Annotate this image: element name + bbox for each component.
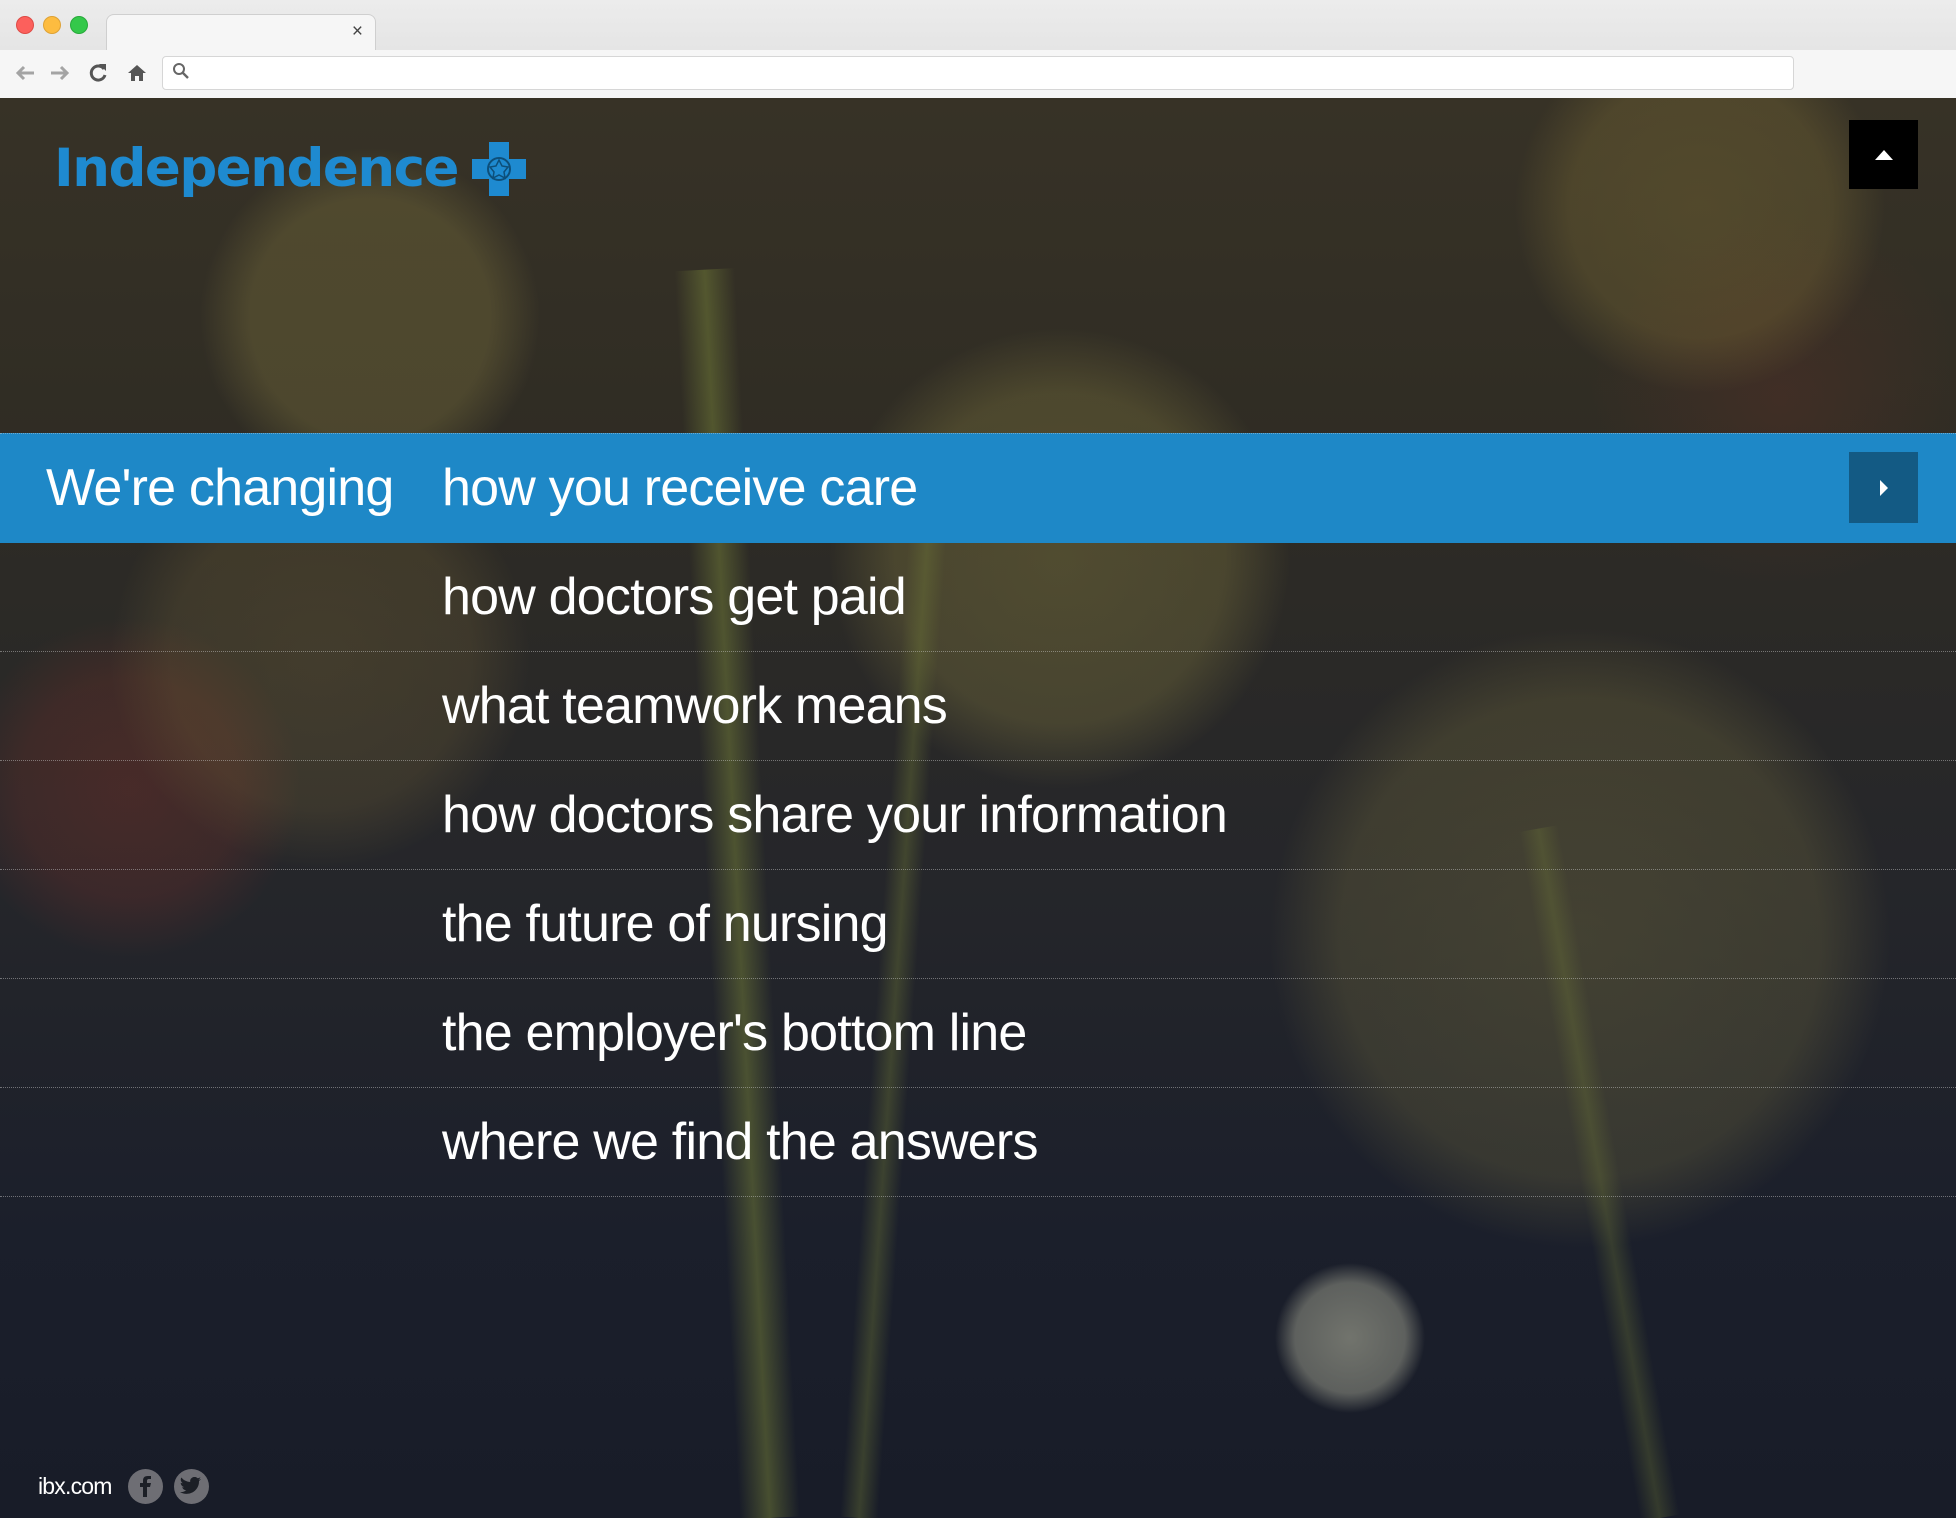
footer: ibx.com (38, 1468, 220, 1504)
browser-toolbar (0, 50, 1956, 98)
menu-item-label: how doctors get paid (442, 568, 907, 626)
home-icon[interactable] (124, 60, 150, 86)
twitter-icon[interactable] (173, 1468, 209, 1504)
url-input[interactable] (199, 61, 1773, 87)
blue-cross-logo-icon (471, 142, 526, 196)
go-button[interactable] (1849, 452, 1918, 523)
caret-up-icon (1874, 149, 1893, 160)
menu-item-teamwork[interactable]: what teamwork means (0, 652, 1956, 761)
back-arrow-icon[interactable] (12, 60, 38, 86)
menu-lead-text: We're changing (46, 459, 394, 517)
browser-chrome: × (0, 0, 1956, 98)
tab-close-icon[interactable]: × (352, 22, 363, 42)
scroll-to-top-button[interactable] (1849, 120, 1918, 189)
menu-item-doctors-paid[interactable]: how doctors get paid (0, 543, 1956, 652)
menu-item-label: how you receive care (442, 459, 918, 517)
menu-item-label: where we find the answers (442, 1113, 1038, 1171)
minimize-window-button[interactable] (43, 16, 61, 34)
search-icon (173, 63, 189, 79)
logo-wordmark: Independence (54, 138, 459, 199)
menu-item-label: how doctors share your information (442, 786, 1228, 844)
ibx-link[interactable]: ibx.com (38, 1473, 112, 1500)
browser-tab[interactable]: × (106, 14, 376, 51)
menu-item-find-answers[interactable]: where we find the answers (0, 1088, 1956, 1197)
reload-icon[interactable] (85, 60, 111, 86)
close-window-button[interactable] (16, 16, 34, 34)
menu-item-label: what teamwork means (442, 677, 948, 735)
topic-menu: We're changing how you receive care how … (0, 433, 1956, 1197)
menu-item-share-information[interactable]: how doctors share your information (0, 761, 1956, 870)
menu-item-future-nursing[interactable]: the future of nursing (0, 870, 1956, 979)
menu-item-receive-care[interactable]: We're changing how you receive care (0, 433, 1956, 543)
caret-right-icon (1879, 479, 1888, 496)
address-bar[interactable] (162, 56, 1794, 90)
forward-arrow-icon[interactable] (47, 60, 73, 86)
menu-item-label: the future of nursing (442, 895, 889, 953)
page-background: Independence We're changing how you rece… (0, 98, 1956, 1518)
menu-item-label: the employer's bottom line (442, 1004, 1027, 1062)
menu-item-employer-bottom-line[interactable]: the employer's bottom line (0, 979, 1956, 1088)
maximize-window-button[interactable] (70, 16, 88, 34)
independence-logo[interactable]: Independence (54, 134, 528, 204)
facebook-icon[interactable] (127, 1468, 163, 1504)
